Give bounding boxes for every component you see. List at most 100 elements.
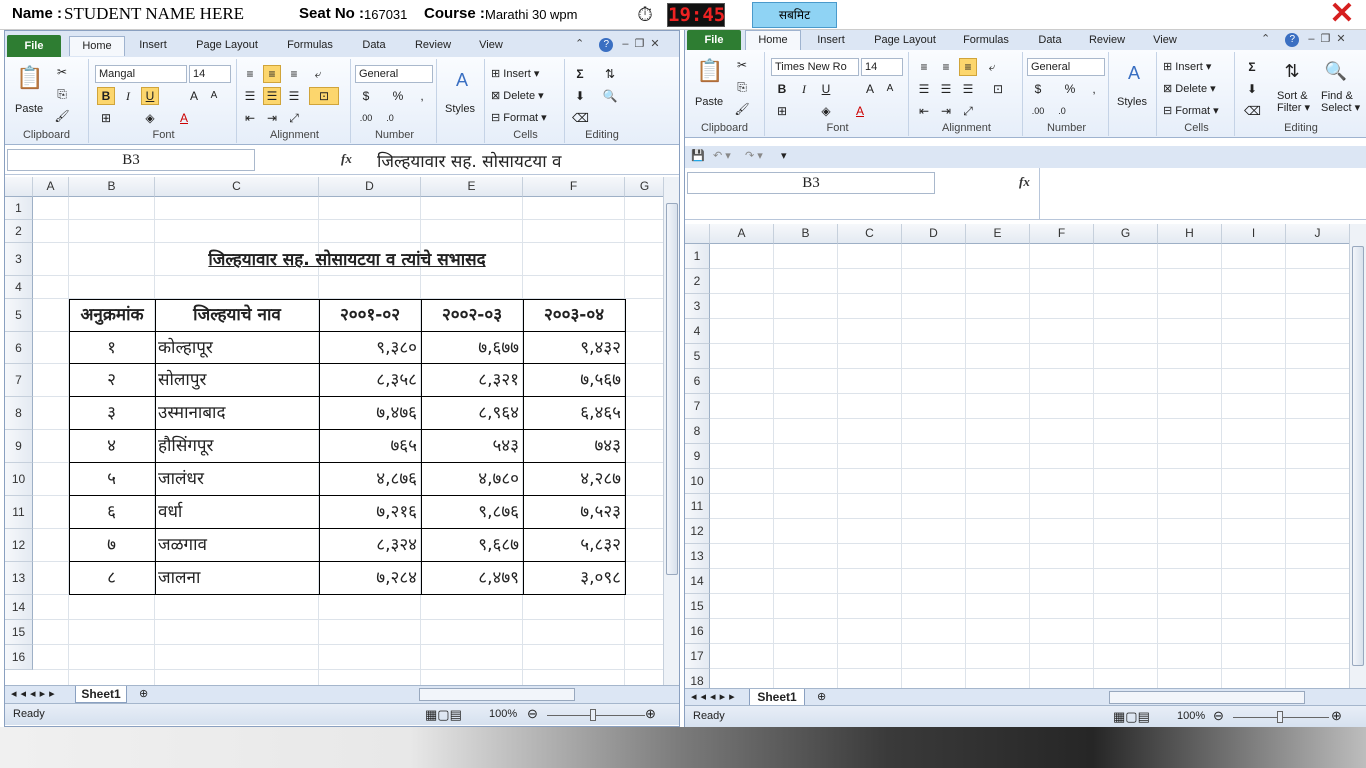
sheet-tab-sheet1[interactable]: Sheet1	[749, 689, 805, 706]
align-left-icon[interactable]: ☰	[241, 87, 259, 105]
borders-icon[interactable]: ⊞	[97, 109, 115, 127]
italic-icon[interactable]: I	[795, 80, 813, 98]
fill-color-icon[interactable]: ◈	[817, 102, 835, 120]
delete-cells-button[interactable]: ⊠ Delete ▾	[1163, 82, 1216, 95]
align-bottom-icon[interactable]: ≡	[959, 58, 977, 76]
tab-file[interactable]: File	[7, 35, 61, 57]
format-cells-button[interactable]: ⊟ Format ▾	[1163, 104, 1219, 117]
number-format-select[interactable]: General	[355, 65, 433, 83]
zoom-out-icon[interactable]: ⊖	[527, 706, 538, 722]
save-icon[interactable]: 💾	[691, 149, 705, 162]
tab-home[interactable]: Home	[69, 36, 125, 56]
decrease-decimal-icon[interactable]: .0	[381, 109, 399, 127]
comma-icon[interactable]: ,	[1085, 80, 1103, 98]
autosum-icon[interactable]: Σ	[571, 65, 589, 83]
sheet-nav-arrows[interactable]: ◂◂◂▸▸	[11, 687, 59, 700]
close-icon[interactable]: ✕	[1322, 0, 1362, 30]
cut-icon[interactable]: ✂	[733, 56, 751, 74]
scrollbar-thumb[interactable]	[666, 203, 678, 575]
tab-file[interactable]: File	[687, 30, 741, 50]
shrink-font-icon[interactable]: A	[205, 87, 223, 105]
insert-cells-button[interactable]: ⊞ Insert ▾	[491, 67, 539, 80]
italic-icon[interactable]: I	[119, 87, 137, 105]
increase-indent-icon[interactable]: ⇥	[937, 102, 955, 120]
tab-insert[interactable]: Insert	[133, 36, 173, 56]
bold-icon[interactable]: B	[773, 80, 791, 98]
wrap-text-icon[interactable]: ⤶	[309, 65, 327, 83]
fill-icon[interactable]: ⬇	[1243, 80, 1261, 98]
zoom-slider-thumb[interactable]	[1277, 711, 1283, 723]
horizontal-scrollbar[interactable]	[419, 688, 575, 701]
percent-icon[interactable]: %	[1061, 80, 1079, 98]
paste-icon[interactable]: 📋	[695, 56, 725, 86]
font-color-icon[interactable]: A	[175, 109, 193, 127]
shrink-font-icon[interactable]: A	[881, 80, 899, 98]
find-select-icon[interactable]: 🔍	[601, 87, 619, 105]
decrease-indent-icon[interactable]: ⇤	[241, 109, 259, 127]
fill-icon[interactable]: ⬇	[571, 87, 589, 105]
find-select-icon[interactable]: 🔍	[1321, 56, 1351, 86]
font-color-icon[interactable]: A	[851, 102, 869, 120]
merge-center-icon[interactable]: ⊡	[309, 87, 339, 105]
help-icon[interactable]: ?	[1285, 33, 1300, 47]
align-bottom-icon[interactable]: ≡	[285, 65, 303, 83]
tab-formulas[interactable]: Formulas	[281, 36, 339, 56]
worksheet-grid[interactable]: A B C D E F G H I J 1 2 3 4 5 6 7 8 9 10 11 12 13 14 15 16 17 18	[685, 224, 1349, 688]
format-painter-icon[interactable]: 🖌	[733, 100, 751, 118]
align-middle-icon[interactable]: ≡	[937, 58, 955, 76]
zoom-out-icon[interactable]: ⊖	[1213, 708, 1224, 724]
grow-font-icon[interactable]: A	[861, 80, 879, 98]
font-name-select[interactable]: Times New Ro	[771, 58, 859, 76]
align-right-icon[interactable]: ☰	[285, 87, 303, 105]
grow-font-icon[interactable]: A	[185, 87, 203, 105]
delete-cells-button[interactable]: ⊠ Delete ▾	[491, 89, 544, 102]
orientation-icon[interactable]: ⤢	[285, 109, 303, 127]
tab-page-layout[interactable]: Page Layout	[191, 36, 263, 56]
percent-icon[interactable]: %	[389, 87, 407, 105]
decrease-indent-icon[interactable]: ⇤	[915, 102, 933, 120]
fill-color-icon[interactable]: ◈	[141, 109, 159, 127]
align-top-icon[interactable]: ≡	[915, 58, 933, 76]
align-right-icon[interactable]: ☰	[959, 80, 977, 98]
vertical-scrollbar[interactable]	[1349, 224, 1366, 688]
new-sheet-icon[interactable]: ⊕	[817, 690, 826, 703]
align-center-icon[interactable]: ☰	[937, 80, 955, 98]
autosum-icon[interactable]: Σ	[1243, 58, 1261, 76]
minimize-icon[interactable]: –	[622, 38, 634, 50]
paste-icon[interactable]: 📋	[15, 63, 45, 93]
redo-icon[interactable]: ↷ ▾	[745, 149, 763, 162]
styles-label[interactable]: Styles	[445, 103, 475, 115]
tab-page-layout[interactable]: Page Layout	[869, 31, 941, 51]
sheet-nav-arrows[interactable]: ◂◂◂▸▸	[691, 690, 739, 703]
increase-decimal-icon[interactable]: .00	[1029, 102, 1047, 120]
fx-icon[interactable]: fx	[1019, 174, 1030, 190]
worksheet-grid[interactable]: A B C D E F G 1 2 3 4 5 6 7 8 9 10 11 12 13 14 15 16 जिल्हयावार…	[5, 177, 663, 685]
zoom-slider[interactable]	[547, 715, 645, 716]
copy-icon[interactable]: ⎘	[53, 85, 71, 103]
paste-label[interactable]: Paste	[695, 96, 723, 108]
help-icon[interactable]: ?	[599, 38, 614, 52]
align-middle-icon[interactable]: ≡	[263, 65, 281, 83]
sort-filter-icon[interactable]: ⇅	[601, 65, 619, 83]
insert-cells-button[interactable]: ⊞ Insert ▾	[1163, 60, 1211, 73]
tab-data[interactable]: Data	[1031, 31, 1069, 51]
align-top-icon[interactable]: ≡	[241, 65, 259, 83]
currency-icon[interactable]: $	[357, 87, 375, 105]
tab-review[interactable]: Review	[1083, 31, 1131, 51]
underline-icon[interactable]: U	[141, 87, 159, 105]
close-window-icon[interactable]: ✕	[650, 38, 665, 50]
undo-icon[interactable]: ↶ ▾	[713, 149, 731, 162]
font-size-select[interactable]: 14	[861, 58, 903, 76]
restore-icon[interactable]: ❐	[1320, 33, 1336, 45]
close-window-icon[interactable]: ✕	[1336, 33, 1351, 45]
new-sheet-icon[interactable]: ⊕	[139, 687, 148, 700]
name-box[interactable]: B3	[7, 149, 255, 171]
underline-icon[interactable]: U	[817, 80, 835, 98]
formula-input[interactable]	[1039, 168, 1349, 220]
vertical-scrollbar[interactable]	[663, 177, 679, 685]
horizontal-scrollbar[interactable]	[1109, 691, 1305, 704]
submit-button[interactable]: सबमिट	[752, 2, 837, 28]
increase-decimal-icon[interactable]: .00	[357, 109, 375, 127]
number-format-select[interactable]: General	[1027, 58, 1105, 76]
zoom-in-icon[interactable]: ⊕	[645, 706, 656, 722]
